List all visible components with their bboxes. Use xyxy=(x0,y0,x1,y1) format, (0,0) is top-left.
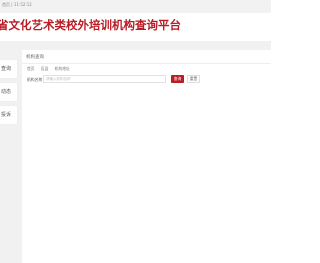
breadcrumb: 首页 区县 机构地址 xyxy=(27,66,75,71)
search-label: 机构名称 xyxy=(27,77,43,82)
divider xyxy=(22,63,271,64)
reset-button[interactable]: 重置 xyxy=(187,75,200,83)
query-button[interactable]: 查询 xyxy=(171,75,184,83)
sidebar-item-query[interactable]: 查询 xyxy=(0,60,17,78)
top-bar: 首页 | 11:52:12 xyxy=(0,0,271,14)
top-bar-text: 首页 | 11:52:12 xyxy=(2,2,32,7)
search-input[interactable]: 请输入机构名称 xyxy=(43,75,166,83)
sidebar-item-label: 投诉 xyxy=(1,112,12,118)
sidebar-item-label: 动态 xyxy=(1,89,12,95)
sidebar-item-label: 查询 xyxy=(1,66,12,72)
breadcrumb-item-address[interactable]: 机构地址 xyxy=(55,66,70,71)
sidebar-item-news[interactable]: 动态 xyxy=(0,83,17,101)
breadcrumb-item-district[interactable]: 区县 xyxy=(41,66,49,71)
header: 省文化艺术类校外培训机构查询平台 xyxy=(0,13,271,41)
breadcrumb-item-home[interactable]: 首页 xyxy=(27,66,35,71)
site-title: 省文化艺术类校外培训机构查询平台 xyxy=(0,18,181,32)
main-panel: 机构查询 首页 区县 机构地址 机构名称 请输入机构名称 查询 重置 xyxy=(22,50,271,263)
sidebar-item-complaint[interactable]: 投诉 xyxy=(0,106,17,124)
panel-title: 机构查询 xyxy=(26,55,44,60)
